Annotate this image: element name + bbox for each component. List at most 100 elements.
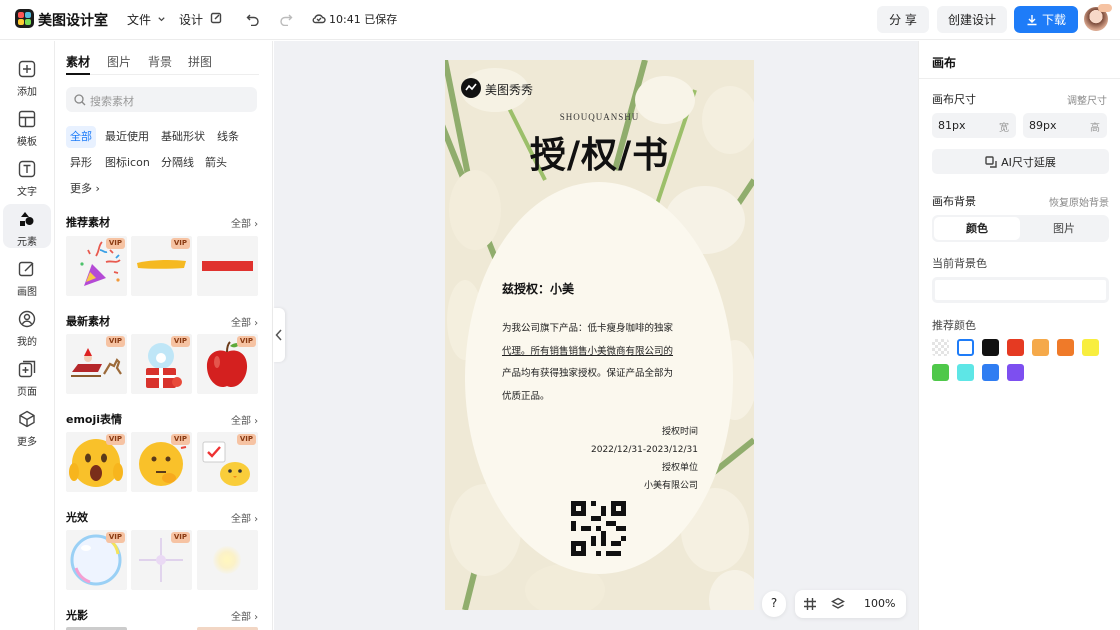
see-all-label: 全部 bbox=[231, 318, 251, 329]
material-thumb-snow-globe-gift[interactable]: VIP bbox=[131, 334, 192, 394]
search-placeholder: 搜索素材 bbox=[90, 95, 134, 108]
see-all-emoji[interactable]: 全部 › bbox=[231, 412, 258, 427]
top-bar: 美图设计室 文件 设计 10:41 已保存 分 享 创建设计 下载 bbox=[0, 0, 1120, 40]
poster-title: 授/权/书 bbox=[529, 134, 670, 176]
color-swatch-white[interactable] bbox=[957, 339, 974, 356]
color-swatch-light-orange[interactable] bbox=[1032, 339, 1049, 356]
help-button[interactable]: ? bbox=[762, 591, 786, 617]
tab-image[interactable]: 图片 bbox=[107, 53, 131, 70]
poster-sign-line: 小美有限公司 bbox=[643, 481, 698, 491]
glow-shape bbox=[213, 546, 241, 574]
color-swatch-black[interactable] bbox=[982, 339, 999, 356]
chip-icons[interactable]: 图标icon bbox=[101, 152, 154, 174]
color-swatch-purple[interactable] bbox=[1007, 364, 1024, 381]
color-swatch-orange[interactable] bbox=[1057, 339, 1074, 356]
menu-design-label: 设计 bbox=[179, 13, 204, 27]
tab-collage[interactable]: 拼图 bbox=[188, 53, 212, 70]
nav-template-label: 模板 bbox=[17, 137, 37, 148]
vip-avatar-badge bbox=[1098, 4, 1112, 12]
color-swatch-cyan[interactable] bbox=[957, 364, 974, 381]
tab-background[interactable]: 背景 bbox=[148, 53, 172, 70]
segment-image[interactable]: 图片 bbox=[1021, 217, 1107, 240]
chip-dividers[interactable]: 分隔线 bbox=[157, 152, 198, 174]
ai-extend-button[interactable]: AI尺寸延展 bbox=[932, 149, 1109, 174]
panel-title: 画布 bbox=[932, 56, 957, 70]
vip-badge: VIP bbox=[170, 532, 190, 543]
material-thumb-soft-glow[interactable] bbox=[197, 530, 258, 590]
nav-text[interactable]: 文字 bbox=[3, 154, 51, 198]
zoom-level[interactable]: 100% bbox=[864, 597, 895, 610]
redo-icon[interactable] bbox=[279, 12, 293, 26]
grid-icon[interactable] bbox=[803, 597, 817, 611]
poster-body-line: 为我公司旗下产品：低卡瘦身咖啡的独家 bbox=[502, 323, 674, 334]
undo-icon[interactable] bbox=[246, 12, 260, 26]
tab-material[interactable]: 素材 bbox=[66, 53, 90, 70]
current-bg-label: 当前背景色 bbox=[932, 257, 987, 270]
material-thumb-yellow-brush-stroke[interactable]: VIP bbox=[131, 236, 192, 296]
color-swatch-transparent[interactable] bbox=[932, 339, 949, 356]
material-thumb-sparkle-light[interactable]: VIP bbox=[131, 530, 192, 590]
search-icon bbox=[74, 94, 86, 106]
vip-badge: VIP bbox=[105, 238, 125, 249]
see-all-latest[interactable]: 全部 › bbox=[231, 314, 258, 329]
chip-all[interactable]: 全部 bbox=[66, 126, 96, 148]
page-icon bbox=[18, 360, 36, 378]
nav-more[interactable]: 更多 bbox=[3, 404, 51, 448]
share-button[interactable]: 分 享 bbox=[877, 6, 929, 33]
nav-page[interactable]: 页面 bbox=[3, 354, 51, 398]
vip-badge: VIP bbox=[170, 434, 190, 445]
current-bg-swatch[interactable] bbox=[932, 277, 1109, 303]
collapse-panel-toggle[interactable] bbox=[273, 308, 285, 362]
poster-brand: 美图秀秀 bbox=[485, 83, 534, 97]
search-input[interactable]: 搜索素材 bbox=[66, 87, 257, 112]
material-thumb-santa-sleigh[interactable]: VIP bbox=[66, 334, 127, 394]
see-all-shadow[interactable]: 全部 › bbox=[231, 608, 258, 623]
material-thumb-red-apple[interactable]: VIP bbox=[197, 334, 258, 394]
restore-bg-link[interactable]: 恢复原始背景 bbox=[1049, 194, 1109, 209]
vip-badge: VIP bbox=[170, 238, 190, 249]
chip-arrows[interactable]: 箭头 bbox=[201, 152, 231, 174]
see-all-recommended[interactable]: 全部 › bbox=[231, 215, 258, 230]
chevron-left-icon bbox=[275, 329, 282, 341]
nav-add[interactable]: 添加 bbox=[3, 54, 51, 98]
poster-canvas[interactable]: 美图秀秀 SHOUQUANSHU 授/权/书 兹授权：小美 为我公司旗下产品：低… bbox=[445, 60, 754, 610]
height-unit: 高 bbox=[1090, 123, 1100, 134]
create-design-button[interactable]: 创建设计 bbox=[937, 6, 1007, 33]
download-button[interactable]: 下载 bbox=[1014, 6, 1078, 33]
menu-design[interactable]: 设计 bbox=[179, 11, 222, 28]
material-thumb-thinking-emoji[interactable]: VIP bbox=[131, 432, 192, 492]
adjust-size-link[interactable]: 调整尺寸 bbox=[1067, 92, 1107, 107]
layers-icon[interactable] bbox=[831, 597, 845, 611]
nav-template[interactable]: 模板 bbox=[3, 104, 51, 148]
section-title-recommended: 推荐素材 bbox=[66, 216, 110, 229]
material-thumb-rainbow-bubble[interactable]: VIP bbox=[66, 530, 127, 590]
ai-resize-icon bbox=[985, 155, 997, 168]
section-title-latest: 最新素材 bbox=[66, 315, 110, 328]
see-all-light-effects[interactable]: 全部 › bbox=[231, 510, 258, 525]
material-thumb-red-rectangle[interactable] bbox=[197, 236, 258, 296]
material-thumb-shocked-emoji[interactable]: VIP bbox=[66, 432, 127, 492]
poster-body-line: 产品均有获得独家授权。保证产品全部为 bbox=[502, 368, 674, 379]
chip-irregular[interactable]: 异形 bbox=[66, 152, 96, 174]
poster-sign-line: 2022/12/31-2023/12/31 bbox=[591, 445, 698, 455]
color-swatch-red[interactable] bbox=[1007, 339, 1024, 356]
color-swatch-yellow[interactable] bbox=[1082, 339, 1099, 356]
canvas-width-field[interactable]: 81px 宽 bbox=[932, 113, 1016, 138]
element-icon bbox=[20, 212, 34, 226]
nav-profile[interactable]: 我的 bbox=[3, 304, 51, 348]
chip-basic-shapes[interactable]: 基础形状 bbox=[157, 126, 209, 148]
segment-color[interactable]: 颜色 bbox=[934, 217, 1020, 240]
color-swatch-blue[interactable] bbox=[982, 364, 999, 381]
chip-recent[interactable]: 最近使用 bbox=[101, 126, 153, 148]
menu-file[interactable]: 文件 bbox=[127, 11, 166, 28]
nav-draw[interactable]: 画图 bbox=[3, 254, 51, 298]
bg-type-segment: 颜色 图片 bbox=[932, 215, 1109, 242]
material-thumb-party-popper[interactable]: VIP bbox=[66, 236, 127, 296]
material-thumb-chick-emoji[interactable]: VIP bbox=[197, 432, 258, 492]
section-title-shadow: 光影 bbox=[66, 609, 88, 622]
chip-more[interactable]: 更多 › bbox=[66, 178, 104, 200]
canvas-height-field[interactable]: 89px 高 bbox=[1023, 113, 1107, 138]
nav-element[interactable]: 元素 bbox=[3, 204, 51, 248]
chip-lines[interactable]: 线条 bbox=[213, 126, 243, 148]
color-swatch-green[interactable] bbox=[932, 364, 949, 381]
